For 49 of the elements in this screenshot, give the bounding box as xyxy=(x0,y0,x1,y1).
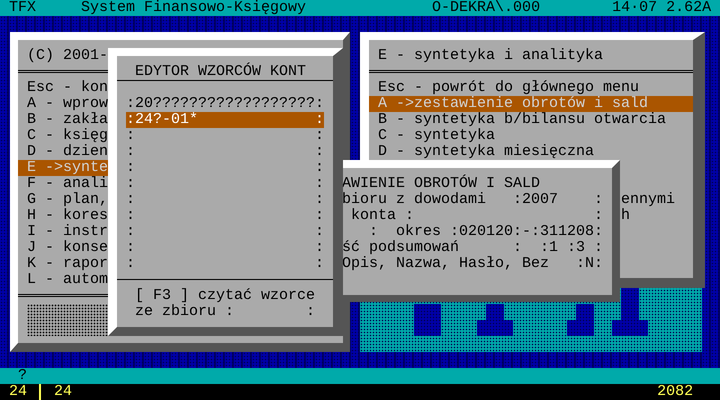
pattern-row[interactable]: : : xyxy=(126,144,324,160)
version-label: 14·07 2.62A xyxy=(612,0,712,16)
pattern-row[interactable]: : : xyxy=(126,176,324,192)
app-title: System Finansowo-Księgowy xyxy=(81,0,308,16)
menu-item[interactable]: K - rapor xyxy=(18,256,108,272)
menu-item[interactable]: Esc - kon xyxy=(18,80,108,96)
dialog-title: EDYTOR WZORCÓW KONT xyxy=(134,64,308,80)
pattern-row[interactable]: : : xyxy=(126,128,324,144)
file-name: O-DEKRA\.000 xyxy=(432,0,542,16)
form-line: Opis, Nazwa, Hasło, Bez :N: xyxy=(342,256,604,272)
app-name: TFX xyxy=(9,0,38,16)
form-line: : okres :020120:-:311208: xyxy=(368,224,604,240)
menu-item[interactable]: G - plan, xyxy=(18,192,108,208)
pattern-row[interactable]: : : xyxy=(126,160,324,176)
form-line: bioru z dowodami :2007 : xyxy=(342,192,604,208)
option-text: ennymi xyxy=(621,191,676,208)
menu-item[interactable]: I - instr xyxy=(18,224,108,240)
menu-item[interactable]: D - dzien xyxy=(18,144,108,160)
pattern-row[interactable]: :24?-01* : xyxy=(126,112,324,128)
pattern-row[interactable]: : : xyxy=(126,240,324,256)
menu-item[interactable]: J - konse xyxy=(18,240,108,256)
pattern-row[interactable]: : : xyxy=(126,208,324,224)
pattern-row[interactable]: :20??????????????????: xyxy=(126,96,324,112)
pattern-row[interactable]: : : xyxy=(126,192,324,208)
menu-item[interactable]: Esc - powrót do głównego menu xyxy=(369,80,693,96)
field-delimiter: : xyxy=(306,303,316,320)
form-line: konta : : xyxy=(350,208,604,224)
menu-item[interactable]: L - autom xyxy=(18,272,108,288)
option-text: h xyxy=(621,207,630,224)
menu-item[interactable]: C - syntetyka xyxy=(369,128,693,144)
form-line: ść podsumowań : :1 :3 : xyxy=(342,240,604,256)
menu-title: (C) 2001- xyxy=(26,48,110,64)
menu-item[interactable]: D - syntetyka miesięczna xyxy=(369,144,693,160)
menu-title: E - syntetyka i analityka xyxy=(377,48,604,64)
hint-text: [ F3 ] czytać wzorce xyxy=(135,287,316,304)
pattern-row[interactable]: : : xyxy=(126,224,324,240)
pattern-row[interactable]: : : xyxy=(126,256,324,272)
menu-item[interactable]: H - kores xyxy=(18,208,108,224)
menu-item[interactable]: B - syntetyka b/bilansu otwarcia xyxy=(369,112,693,128)
status-value: 24 xyxy=(9,384,28,400)
prompt-text: ? xyxy=(18,367,28,384)
form-line: AWIENIE OBROTÓW I SALD xyxy=(342,176,542,192)
menu-item[interactable]: A - wprow xyxy=(18,96,108,112)
status-value: 24 xyxy=(54,384,74,400)
menu-item[interactable]: C - księg xyxy=(18,128,108,144)
menu-item[interactable]: F - anali xyxy=(18,176,108,192)
status-value: 2082 xyxy=(657,384,694,400)
field-label: ze zbioru : xyxy=(135,303,234,320)
menu-item[interactable]: B - zakła xyxy=(18,112,108,128)
